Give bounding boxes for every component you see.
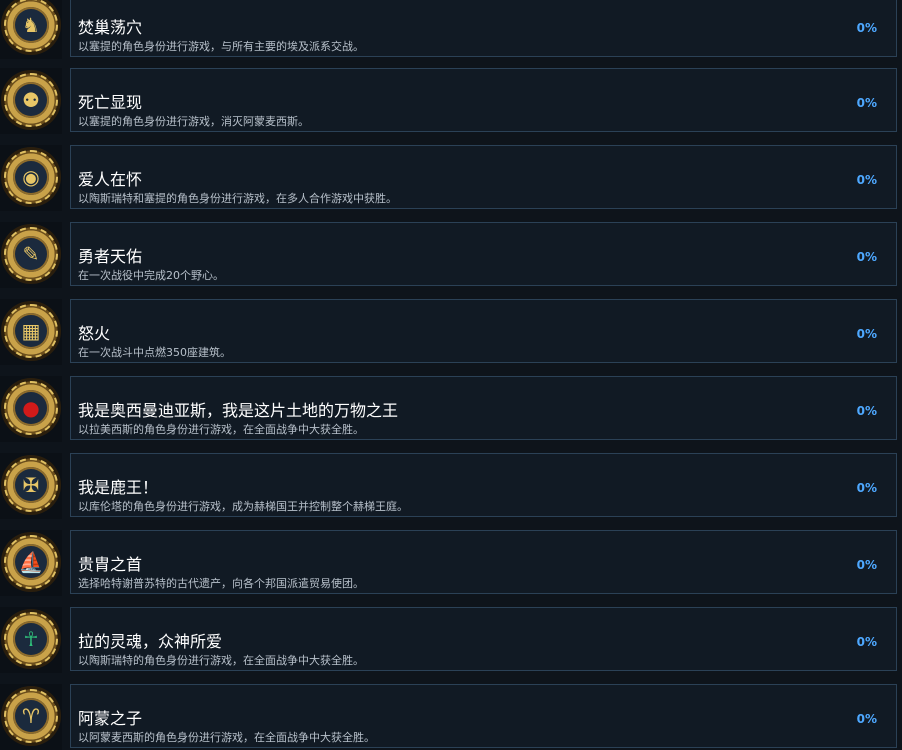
achievement-description: 以陶斯瑞特和塞提的角色身份进行游戏，在多人合作游戏中获胜。	[78, 192, 397, 205]
achievement-icon-frame: ☥	[0, 607, 62, 673]
medal-glyph: ♈	[22, 704, 40, 728]
achievement-row[interactable]: ☥ 拉的灵魂，众神所爱以陶斯瑞特的角色身份进行游戏，在全面战争中大获全胜。 0%	[0, 607, 902, 673]
achievement-title: 怒火	[78, 324, 111, 343]
achievement-card[interactable]: 阿蒙之子以阿蒙麦西斯的角色身份进行游戏，在全面战争中大获全胜。 0%	[70, 684, 897, 748]
achievement-description: 以陶斯瑞特的角色身份进行游戏，在全面战争中大获全胜。	[78, 654, 364, 667]
achievement-card[interactable]: 焚巢荡穴以塞提的角色身份进行游戏，与所有主要的埃及派系交战。 0%	[70, 0, 897, 57]
achievement-title: 死亡显现	[78, 93, 143, 112]
achievement-card[interactable]: 死亡显现以塞提的角色身份进行游戏，消灭阿蒙麦西斯。 0%	[70, 68, 897, 132]
medal-glyph: ▦	[21, 319, 41, 343]
achievement-percent: 0%	[856, 96, 877, 110]
achievement-icon-frame: ♞	[0, 0, 62, 59]
achievement-description: 以阿蒙麦西斯的角色身份进行游戏，在全面战争中大获全胜。	[78, 731, 375, 744]
achievement-row[interactable]: ✎ 勇者天佑在一次战役中完成20个野心。 0%	[0, 222, 902, 288]
achievement-description: 以塞提的角色身份进行游戏，与所有主要的埃及派系交战。	[78, 40, 364, 53]
ship-icon: ⛵	[1, 532, 61, 592]
achievement-description: 选择哈特谢普苏特的古代遗产，向各个邦国派遣贸易使团。	[78, 577, 364, 590]
achievement-icon-frame: ♈	[0, 684, 62, 750]
achievement-icon-frame: ▦	[0, 299, 62, 365]
scroll-icon: ✎	[1, 224, 61, 284]
achievement-row[interactable]: ⚉ 死亡显现以塞提的角色身份进行游戏，消灭阿蒙麦西斯。 0%	[0, 68, 902, 134]
achievement-card[interactable]: 怒火在一次战斗中点燃350座建筑。 0%	[70, 299, 897, 363]
medal-glyph: ✎	[22, 242, 40, 266]
achievement-description: 以库伦塔的角色身份进行游戏，成为赫梯国王并控制整个赫梯王庭。	[78, 500, 408, 513]
achievement-title: 阿蒙之子	[78, 709, 143, 728]
achievement-description: 以拉美西斯的角色身份进行游戏，在全面战争中大获全胜。	[78, 423, 364, 436]
achievement-description: 在一次战役中完成20个野心。	[78, 269, 224, 282]
achievement-list: ♞ 焚巢荡穴 以塞提的角色身份进行游戏，与所有主要的埃及派系交战。 0% ⚉ 死亡显现 以塞…	[0, 0, 902, 750]
achievement-title: 勇者天佑	[78, 247, 143, 266]
eye-of-horus-icon: ◉	[1, 147, 61, 207]
achievement-description: 在一次战斗中点燃350座建筑。	[78, 346, 231, 359]
achievement-percent: 0%	[856, 635, 877, 649]
achievement-row[interactable]: ♞ 焚巢荡穴以塞提的角色身份进行游戏，与所有主要的埃及派系交战。 0%	[0, 0, 902, 59]
achievement-percent: 0%	[856, 250, 877, 264]
achievement-percent: 0%	[856, 404, 877, 418]
jackal-icon: ♞	[1, 0, 61, 55]
achievement-icon-frame: ◉	[0, 145, 62, 211]
achievement-percent: 0%	[856, 558, 877, 572]
achievement-card[interactable]: 贵胄之首选择哈特谢普苏特的古代遗产，向各个邦国派遣贸易使团。 0%	[70, 530, 897, 594]
achievement-row[interactable]: ● 我是奥西曼迪亚斯，我是这片土地的万物之王以拉美西斯的角色身份进行游戏，在全面战…	[0, 376, 902, 442]
achievement-card[interactable]: 爱人在怀以陶斯瑞特和塞提的角色身份进行游戏，在多人合作游戏中获胜。 0%	[70, 145, 897, 209]
achievement-row[interactable]: ⛵ 贵胄之首选择哈特谢普苏特的古代遗产，向各个邦国派遣贸易使团。 0%	[0, 530, 902, 596]
achievement-percent: 0%	[856, 21, 877, 35]
ram-head-icon: ♈	[1, 686, 61, 746]
achievement-card[interactable]: 我是奥西曼迪亚斯，我是这片土地的万物之王以拉美西斯的角色身份进行游戏，在全面战争…	[70, 376, 897, 440]
medal-glyph: ♞	[22, 13, 40, 37]
achievement-title: 我是奥西曼迪亚斯，我是这片土地的万物之王	[78, 401, 399, 420]
ankh-icon: ☥	[1, 609, 61, 669]
achievement-title: 拉的灵魂，众神所爱	[78, 632, 223, 651]
medal-glyph: ⚉	[22, 88, 40, 112]
achievement-description: 以塞提的角色身份进行游戏，消灭阿蒙麦西斯。	[78, 115, 309, 128]
achievement-title: 焚巢荡穴	[78, 18, 143, 37]
achievement-row[interactable]: ◉ 爱人在怀以陶斯瑞特和塞提的角色身份进行游戏，在多人合作游戏中获胜。 0%	[0, 145, 902, 211]
achievement-title: 贵胄之首	[78, 555, 143, 574]
achievement-icon-frame: ●	[0, 376, 62, 442]
achievement-title: 爱人在怀	[78, 170, 143, 189]
achievement-title: 我是鹿王！	[78, 478, 159, 497]
burning-building-icon: ▦	[1, 301, 61, 361]
achievement-percent: 0%	[856, 327, 877, 341]
winged-scarab-icon: ⚉	[1, 70, 61, 130]
achievement-card[interactable]: 勇者天佑在一次战役中完成20个野心。 0%	[70, 222, 897, 286]
achievement-icon-frame: ⛵	[0, 530, 62, 596]
achievement-row[interactable]: ▦ 怒火在一次战斗中点燃350座建筑。 0%	[0, 299, 902, 365]
achievement-percent: 0%	[856, 173, 877, 187]
eagle-icon: ✠	[1, 455, 61, 515]
medal-glyph: ●	[22, 396, 40, 420]
medal-glyph: ◉	[22, 165, 40, 189]
medal-glyph: ☥	[23, 627, 39, 651]
achievement-percent: 0%	[856, 481, 877, 495]
achievement-card[interactable]: 我是鹿王！ 以库伦塔的角色身份进行游戏，成为赫梯国王并控制整个赫梯王庭。 0%	[70, 453, 897, 517]
achievement-percent: 0%	[856, 712, 877, 726]
achievement-row[interactable]: ✠ 我是鹿王！ 以库伦塔的角色身份进行游戏，成为赫梯国王并控制整个赫梯王庭。 0%	[0, 453, 902, 519]
achievement-row[interactable]: ♈ 阿蒙之子以阿蒙麦西斯的角色身份进行游戏，在全面战争中大获全胜。 0%	[0, 684, 902, 750]
medal-glyph: ⛵	[18, 550, 44, 574]
achievement-icon-frame: ⚉	[0, 68, 62, 134]
sun-disk-icon: ●	[1, 378, 61, 438]
achievement-card[interactable]: 拉的灵魂，众神所爱以陶斯瑞特的角色身份进行游戏，在全面战争中大获全胜。 0%	[70, 607, 897, 671]
medal-glyph: ✠	[22, 473, 40, 497]
achievement-icon-frame: ✠	[0, 453, 62, 519]
achievement-icon-frame: ✎	[0, 222, 62, 288]
